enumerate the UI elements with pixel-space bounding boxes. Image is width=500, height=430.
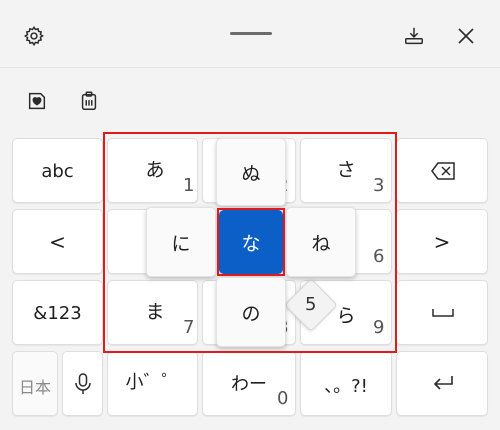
suggestion-toolbar	[0, 69, 500, 133]
flick-left-label: に	[171, 232, 191, 255]
left-arrow-key[interactable]: <	[12, 209, 103, 274]
flick-up-nu[interactable]: ぬ	[216, 138, 286, 206]
sticker-button[interactable]	[22, 86, 52, 116]
backspace-icon	[431, 162, 455, 180]
right-arrow-label: >	[433, 230, 451, 254]
flick-left-ni[interactable]: に	[146, 207, 216, 277]
sticker-heart-icon	[28, 92, 46, 110]
flick-right-label: ね	[311, 232, 331, 255]
clipboard-button[interactable]	[74, 86, 104, 116]
space-icon	[432, 309, 454, 317]
key-ha-number: 6	[373, 246, 385, 267]
keyboard-titlebar	[0, 0, 500, 68]
touch-keyboard: abc あ 1 2 さ 3 < 6 > &123 ま 7 8 ら 9	[0, 0, 500, 430]
flick-right-ne[interactable]: ね	[286, 207, 356, 277]
flick-down-no[interactable]: の	[216, 277, 286, 347]
clipboard-icon	[81, 91, 97, 110]
abc-key[interactable]: abc	[12, 138, 103, 203]
drag-handle[interactable]	[230, 32, 272, 35]
key-ma[interactable]: ま 7	[107, 280, 198, 345]
dock-icon	[405, 27, 423, 45]
key-sa[interactable]: さ 3	[300, 138, 392, 203]
settings-button[interactable]	[18, 20, 50, 52]
flick-hint-number: 5	[305, 294, 317, 315]
ime-mode-key[interactable]: 日本	[12, 351, 58, 416]
right-arrow-key[interactable]: >	[396, 209, 488, 274]
key-wa-number: 0	[277, 388, 289, 409]
enter-key[interactable]	[396, 351, 488, 416]
flick-center-na[interactable]: な	[219, 210, 283, 274]
punctuation-label: 、。?!	[324, 376, 368, 397]
close-button[interactable]	[450, 20, 482, 52]
close-icon	[458, 28, 474, 44]
key-ma-number: 7	[183, 317, 195, 338]
flick-down-label: の	[241, 302, 261, 325]
gear-icon	[23, 25, 44, 47]
flick-center-label: な	[241, 232, 261, 255]
flick-up-label: ぬ	[241, 162, 261, 185]
key-ra-number: 9	[373, 317, 385, 338]
symbol-key[interactable]: &123	[12, 280, 103, 345]
small-kana-label: 小゛゜	[125, 372, 180, 393]
abc-key-label: abc	[41, 161, 74, 182]
key-wa[interactable]: わー 0	[202, 351, 296, 416]
microphone-icon	[75, 373, 91, 394]
key-a-number: 1	[183, 175, 195, 196]
backspace-key[interactable]	[396, 138, 488, 203]
symbol-key-label: &123	[33, 303, 82, 324]
small-kana-key[interactable]: 小゛゜	[107, 351, 198, 416]
key-a[interactable]: あ 1	[107, 138, 198, 203]
left-arrow-label: <	[49, 230, 66, 254]
ime-mode-label: 日本	[18, 378, 51, 397]
key-sa-number: 3	[373, 175, 385, 196]
microphone-key[interactable]	[62, 351, 103, 416]
punctuation-key[interactable]: 、。?!	[300, 351, 392, 416]
space-key[interactable]	[396, 280, 488, 345]
enter-icon	[433, 376, 453, 390]
dock-button[interactable]	[398, 20, 430, 52]
